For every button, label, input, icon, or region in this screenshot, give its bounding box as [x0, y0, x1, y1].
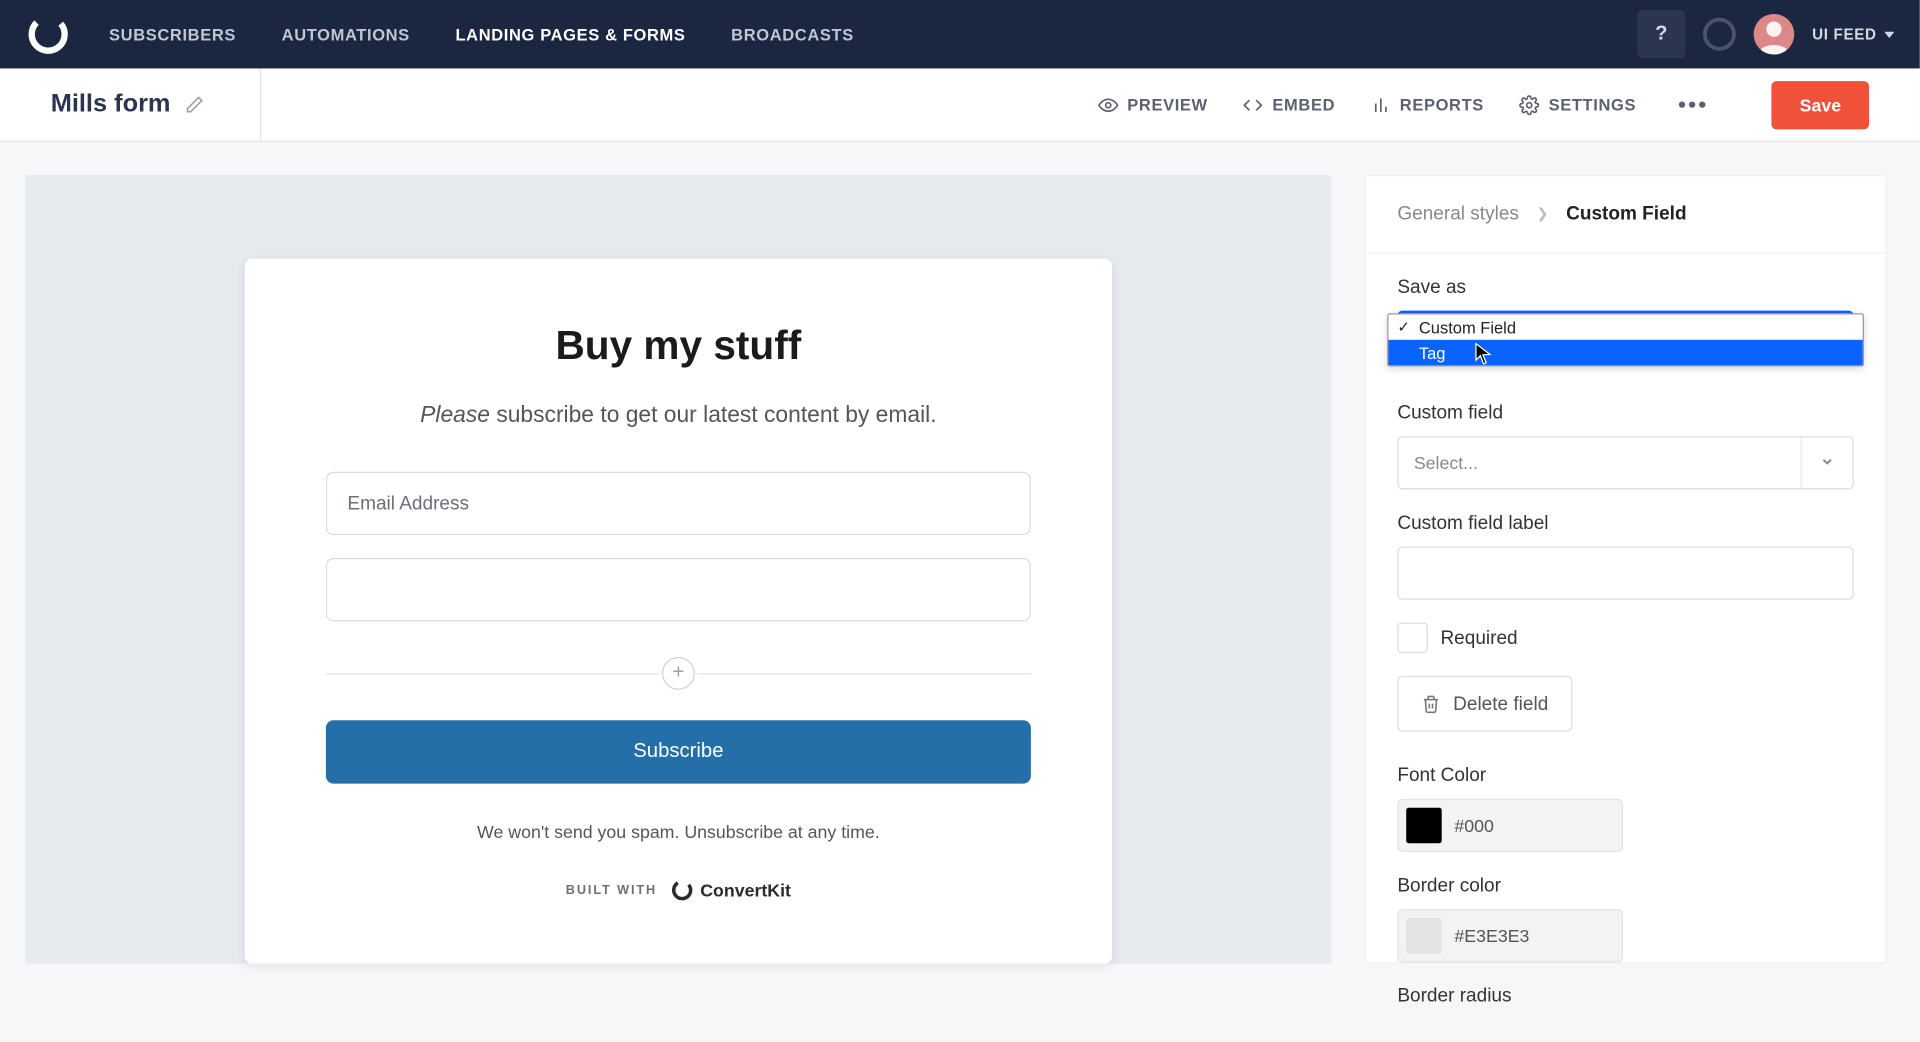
- save-as-select[interactable]: Custom Field Tag: [1397, 311, 1853, 364]
- nav-landing-pages-forms[interactable]: LANDING PAGES & FORMS: [455, 25, 685, 44]
- edit-title-icon[interactable]: [186, 95, 205, 114]
- side-panel: General styles ❯ Custom Field Save as Cu…: [1364, 175, 1886, 964]
- disclaimer-text[interactable]: We won't send you spam. Unsubscribe at a…: [326, 822, 1031, 842]
- logo-icon[interactable]: [25, 11, 71, 57]
- embed-button[interactable]: EMBED: [1243, 94, 1335, 114]
- option-custom-field[interactable]: Custom Field: [1388, 314, 1862, 339]
- option-tag[interactable]: Tag: [1388, 340, 1862, 365]
- custom-field-group: Custom field Select...: [1397, 402, 1853, 489]
- settings-button[interactable]: SETTINGS: [1519, 94, 1636, 114]
- gear-icon: [1519, 94, 1539, 114]
- toolbar: PREVIEW EMBED REPORTS SETTINGS Save: [1098, 81, 1869, 129]
- save-as-dropdown[interactable]: Custom Field Tag: [1387, 313, 1864, 366]
- form-card[interactable]: Buy my stuff Please subscribe to get our…: [245, 259, 1112, 964]
- nav-automations[interactable]: AUTOMATIONS: [282, 25, 410, 44]
- avatar[interactable]: [1754, 14, 1795, 55]
- required-checkbox[interactable]: [1397, 623, 1427, 653]
- font-color-group: Font Color #000: [1397, 765, 1853, 852]
- border-color-group: Border color #E3E3E3: [1397, 875, 1853, 962]
- font-color-value: #000: [1454, 815, 1494, 835]
- border-color-swatch[interactable]: [1406, 918, 1442, 954]
- custom-field-select[interactable]: Select...: [1397, 436, 1853, 489]
- panel-body: Save as Custom Field Tag Custom field Se…: [1364, 254, 1886, 1042]
- breadcrumb-prev[interactable]: General styles: [1397, 203, 1519, 225]
- border-color-input[interactable]: #E3E3E3: [1397, 909, 1623, 962]
- code-icon: [1243, 94, 1263, 114]
- font-color-swatch[interactable]: [1406, 808, 1442, 844]
- form-title: Mills form: [51, 90, 171, 119]
- font-color-label: Font Color: [1397, 765, 1853, 787]
- breadcrumb: General styles ❯ Custom Field: [1364, 175, 1886, 254]
- add-field-row: +: [326, 657, 1031, 690]
- form-subheading[interactable]: Please subscribe to get our latest conte…: [326, 402, 1031, 429]
- form-heading[interactable]: Buy my stuff: [326, 322, 1031, 369]
- built-with-badge[interactable]: BUILT WITH ConvertKit: [326, 877, 1031, 902]
- canvas[interactable]: Buy my stuff Please subscribe to get our…: [25, 175, 1331, 964]
- chevron-right-icon: ❯: [1537, 205, 1549, 221]
- custom-field-label: Custom field: [1397, 402, 1853, 424]
- delete-field-button[interactable]: Delete field: [1397, 676, 1572, 732]
- border-color-label: Border color: [1397, 875, 1853, 897]
- border-radius-group: Border radius: [1397, 985, 1853, 1007]
- divider: [261, 68, 262, 142]
- nav-broadcasts[interactable]: BROADCASTS: [731, 25, 854, 44]
- border-color-value: #E3E3E3: [1454, 926, 1529, 946]
- convertkit-logo: ConvertKit: [670, 877, 791, 902]
- more-menu-icon[interactable]: [1672, 101, 1714, 107]
- border-radius-label: Border radius: [1397, 985, 1853, 1007]
- required-label: Required: [1440, 627, 1517, 649]
- custom-field-input[interactable]: [326, 558, 1031, 621]
- breadcrumb-current: Custom Field: [1566, 203, 1686, 225]
- top-nav: SUBSCRIBERS AUTOMATIONS LANDING PAGES & …: [0, 0, 1920, 68]
- email-input[interactable]: [326, 472, 1031, 535]
- font-color-input[interactable]: #000: [1397, 799, 1623, 852]
- eye-icon: [1098, 94, 1118, 114]
- save-as-label: Save as: [1397, 276, 1853, 298]
- sub-header: Mills form PREVIEW EMBED REPORTS SETTING…: [0, 68, 1920, 142]
- preview-button[interactable]: PREVIEW: [1098, 94, 1208, 114]
- main-area: Buy my stuff Please subscribe to get our…: [0, 142, 1920, 997]
- subscribe-button[interactable]: Subscribe: [326, 720, 1031, 783]
- canvas-column: Buy my stuff Please subscribe to get our…: [0, 142, 1364, 997]
- chevron-down-icon: [1820, 453, 1835, 473]
- save-as-group: Save as Custom Field Tag: [1397, 276, 1853, 363]
- custom-field-label-input[interactable]: [1397, 547, 1853, 600]
- reports-button[interactable]: REPORTS: [1371, 94, 1484, 114]
- custom-field-label-group: Custom field label: [1397, 512, 1853, 599]
- chart-icon: [1371, 94, 1391, 114]
- user-name: UI FEED: [1812, 25, 1876, 43]
- trash-icon: [1421, 693, 1440, 715]
- user-menu[interactable]: UI FEED: [1812, 25, 1894, 43]
- add-field-button[interactable]: +: [662, 657, 695, 690]
- required-row: Required: [1397, 623, 1853, 653]
- custom-field-label-label: Custom field label: [1397, 512, 1853, 534]
- nav-subscribers[interactable]: SUBSCRIBERS: [109, 25, 236, 44]
- save-button[interactable]: Save: [1772, 81, 1869, 129]
- help-button[interactable]: ?: [1637, 10, 1685, 58]
- status-indicator-icon[interactable]: [1703, 18, 1736, 51]
- caret-down-icon: [1884, 31, 1894, 37]
- convertkit-icon: [670, 877, 695, 902]
